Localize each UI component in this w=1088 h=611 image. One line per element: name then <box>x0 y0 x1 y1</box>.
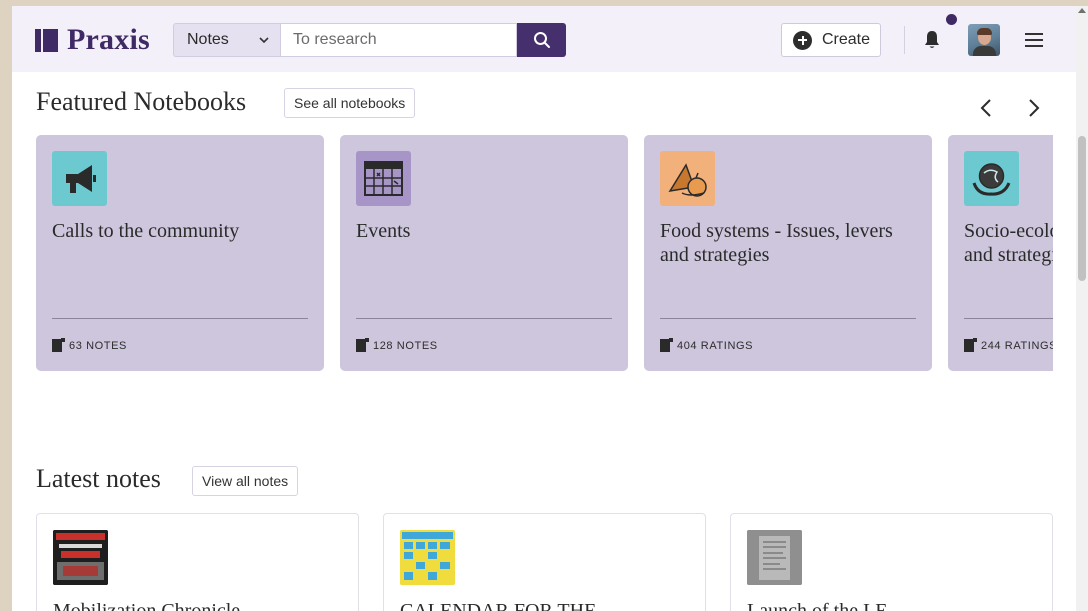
search-scope-select[interactable]: Notes <box>173 23 281 57</box>
create-button[interactable]: Create <box>781 23 881 57</box>
document-icon <box>52 338 65 352</box>
notebook-count-label: 244 RATINGS <box>981 339 1053 352</box>
notebook-count-label: 128 NOTES <box>373 339 438 352</box>
note-title: Launch of the LE <box>747 600 888 611</box>
create-button-label: Create <box>822 31 871 48</box>
notebook-count: 128 NOTES <box>356 338 438 352</box>
card-divider <box>52 318 308 319</box>
globe-hands-icon <box>964 151 1019 206</box>
notebook-count: 244 RATINGS <box>964 338 1053 352</box>
card-divider <box>356 318 612 319</box>
search-input[interactable] <box>280 23 517 57</box>
calendar-thumbnail <box>400 530 455 585</box>
chevron-right-icon[interactable] <box>1024 98 1042 118</box>
notebook-count: 63 NOTES <box>52 338 127 352</box>
notebook-count: 404 RATINGS <box>660 338 754 352</box>
chevron-down-icon <box>259 37 269 44</box>
note-card[interactable]: Mobilization Chronicle <box>36 513 359 611</box>
megaphone-icon <box>52 151 107 206</box>
card-divider <box>660 318 916 319</box>
document-icon <box>660 338 673 352</box>
search-scope-label: Notes <box>187 31 229 48</box>
header-divider <box>904 26 905 54</box>
search-button[interactable] <box>517 23 566 57</box>
note-title: CALENDAR FOR THE <box>400 600 597 611</box>
note-card[interactable]: Launch of the LE <box>730 513 1053 611</box>
book-logo-icon <box>35 28 58 52</box>
plus-circle-icon <box>793 30 812 50</box>
notebook-title: Food systems - Issues, levers and strate… <box>660 220 893 266</box>
notebook-title: Calls to the community <box>52 220 240 242</box>
hamburger-menu-icon[interactable] <box>1025 33 1043 47</box>
note-card[interactable]: CALENDAR FOR THE <box>383 513 706 611</box>
browser-viewport: Praxis Notes Create <box>12 6 1076 611</box>
see-all-notebooks-button[interactable]: See all notebooks <box>284 88 416 118</box>
scroll-up-arrow-icon[interactable] <box>1078 8 1086 13</box>
poster-thumbnail <box>53 530 108 585</box>
notebook-count-label: 63 NOTES <box>69 339 127 352</box>
notebook-card[interactable]: Food systems - Issues, levers and strate… <box>644 135 932 371</box>
avatar-body <box>973 46 996 56</box>
notebook-title: Socio-ecological transition - and strate… <box>964 220 1053 266</box>
user-avatar[interactable] <box>968 24 1000 56</box>
avatar-hair <box>977 28 992 35</box>
chevron-left-icon[interactable] <box>978 98 996 118</box>
calendar-icon <box>356 151 411 206</box>
notebook-count-label: 404 RATINGS <box>677 339 754 352</box>
view-all-notes-button[interactable]: View all notes <box>192 466 299 496</box>
praxis-logo[interactable]: Praxis <box>35 23 150 56</box>
notebook-card[interactable]: Events 128 NOTES <box>340 135 628 371</box>
notebook-card[interactable]: Calls to the community 63 NOTES <box>36 135 324 371</box>
vertical-scrollbar[interactable] <box>1076 6 1088 611</box>
harvest-icon <box>660 151 715 206</box>
search-icon <box>533 32 550 48</box>
notebook-title: Events <box>356 220 411 242</box>
bell-icon[interactable] <box>923 30 941 50</box>
logo-text: Praxis <box>67 23 150 56</box>
document-icon <box>964 338 977 352</box>
note-title: Mobilization Chronicle <box>53 600 241 611</box>
latest-notes-heading: Latest notes <box>36 464 161 493</box>
notification-dot <box>946 14 957 25</box>
scrollbar-thumb[interactable] <box>1078 136 1086 281</box>
featured-notebooks-heading: Featured Notebooks <box>36 87 247 116</box>
document-thumbnail <box>747 530 802 585</box>
top-navigation-bar: Praxis Notes Create <box>12 6 1076 72</box>
card-divider <box>964 318 1053 319</box>
notebook-card[interactable]: Socio-ecological transition - and strate… <box>948 135 1053 371</box>
document-icon <box>356 338 369 352</box>
